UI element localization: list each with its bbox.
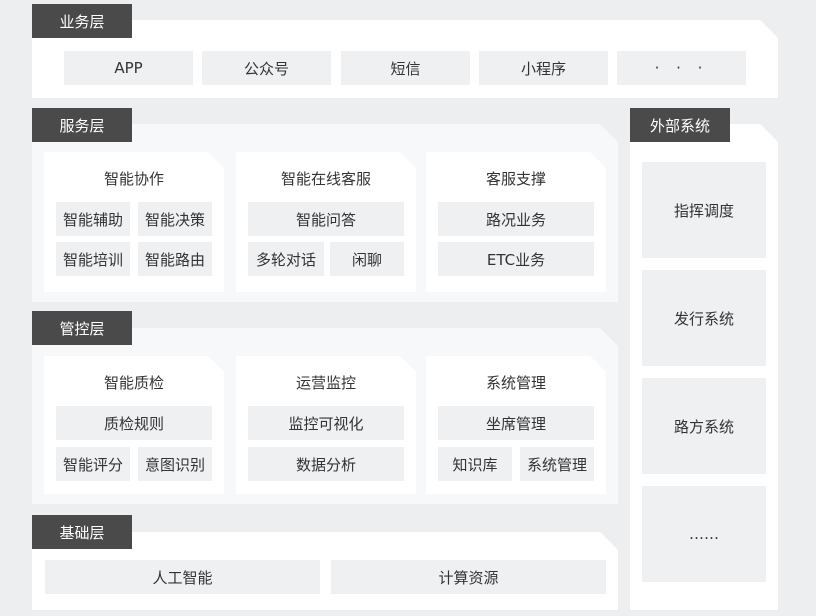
card-title: 运营监控 (295, 374, 356, 392)
item-knowledge-base[interactable]: 知识库 (438, 447, 512, 481)
business-item-sms[interactable]: 短信 (341, 51, 470, 85)
item-smart-training[interactable]: 智能培训 (56, 242, 130, 276)
service-card-support: 客服支撑 路况业务 ETC业务 (426, 152, 606, 292)
service-layer-label: 服务层 (32, 108, 132, 142)
card-title: 智能质检 (103, 374, 164, 392)
item-system-management[interactable]: 系统管理 (520, 447, 594, 481)
card-title: 客服支撑 (485, 170, 546, 188)
item-seat-management[interactable]: 坐席管理 (438, 406, 594, 440)
business-item-more[interactable]: · · · (617, 51, 746, 85)
business-item-official-account[interactable]: 公众号 (202, 51, 331, 85)
control-card-operation-monitoring: 运营监控 监控可视化 数据分析 (236, 356, 416, 494)
item-smart-qa[interactable]: 智能问答 (248, 202, 404, 236)
control-card-quality-inspection: 智能质检 质检规则 智能评分 意图识别 (44, 356, 224, 494)
card-title: 智能协作 (103, 170, 164, 188)
item-chitchat[interactable]: 闲聊 (330, 242, 404, 276)
business-item-app[interactable]: APP (64, 51, 193, 85)
business-item-mini-program[interactable]: 小程序 (479, 51, 608, 85)
card-title: 系统管理 (485, 374, 546, 392)
item-intent-recognition[interactable]: 意图识别 (138, 447, 212, 481)
external-item-road-system[interactable]: 路方系统 (642, 378, 766, 474)
business-layer-label: 业务层 (32, 4, 132, 38)
item-smart-scoring[interactable]: 智能评分 (56, 447, 130, 481)
item-smart-routing[interactable]: 智能路由 (138, 242, 212, 276)
foundation-layer-label: 基础层 (32, 515, 132, 549)
item-smart-assist[interactable]: 智能辅助 (56, 202, 130, 236)
item-traffic-service[interactable]: 路况业务 (438, 202, 594, 236)
foundation-item-ai[interactable]: 人工智能 (45, 560, 320, 594)
service-card-online-service: 智能在线客服 智能问答 多轮对话 闲聊 (236, 152, 416, 292)
foundation-item-compute[interactable]: 计算资源 (331, 560, 606, 594)
control-layer-label: 管控层 (32, 311, 132, 345)
external-item-more[interactable]: …… (642, 486, 766, 582)
control-card-system-management: 系统管理 坐席管理 知识库 系统管理 (426, 356, 606, 494)
item-data-analysis[interactable]: 数据分析 (248, 447, 404, 481)
service-card-smart-collaboration: 智能协作 智能辅助 智能决策 智能培训 智能路由 (44, 152, 224, 292)
card-title: 智能在线客服 (280, 170, 371, 188)
item-smart-decision[interactable]: 智能决策 (138, 202, 212, 236)
item-monitor-visualization[interactable]: 监控可视化 (248, 406, 404, 440)
item-qc-rules[interactable]: 质检规则 (56, 406, 212, 440)
external-item-issuing-system[interactable]: 发行系统 (642, 270, 766, 366)
external-systems-label: 外部系统 (630, 108, 730, 142)
item-etc-service[interactable]: ETC业务 (438, 242, 594, 276)
external-item-command-dispatch[interactable]: 指挥调度 (642, 162, 766, 258)
item-multi-turn-dialog[interactable]: 多轮对话 (248, 242, 324, 276)
